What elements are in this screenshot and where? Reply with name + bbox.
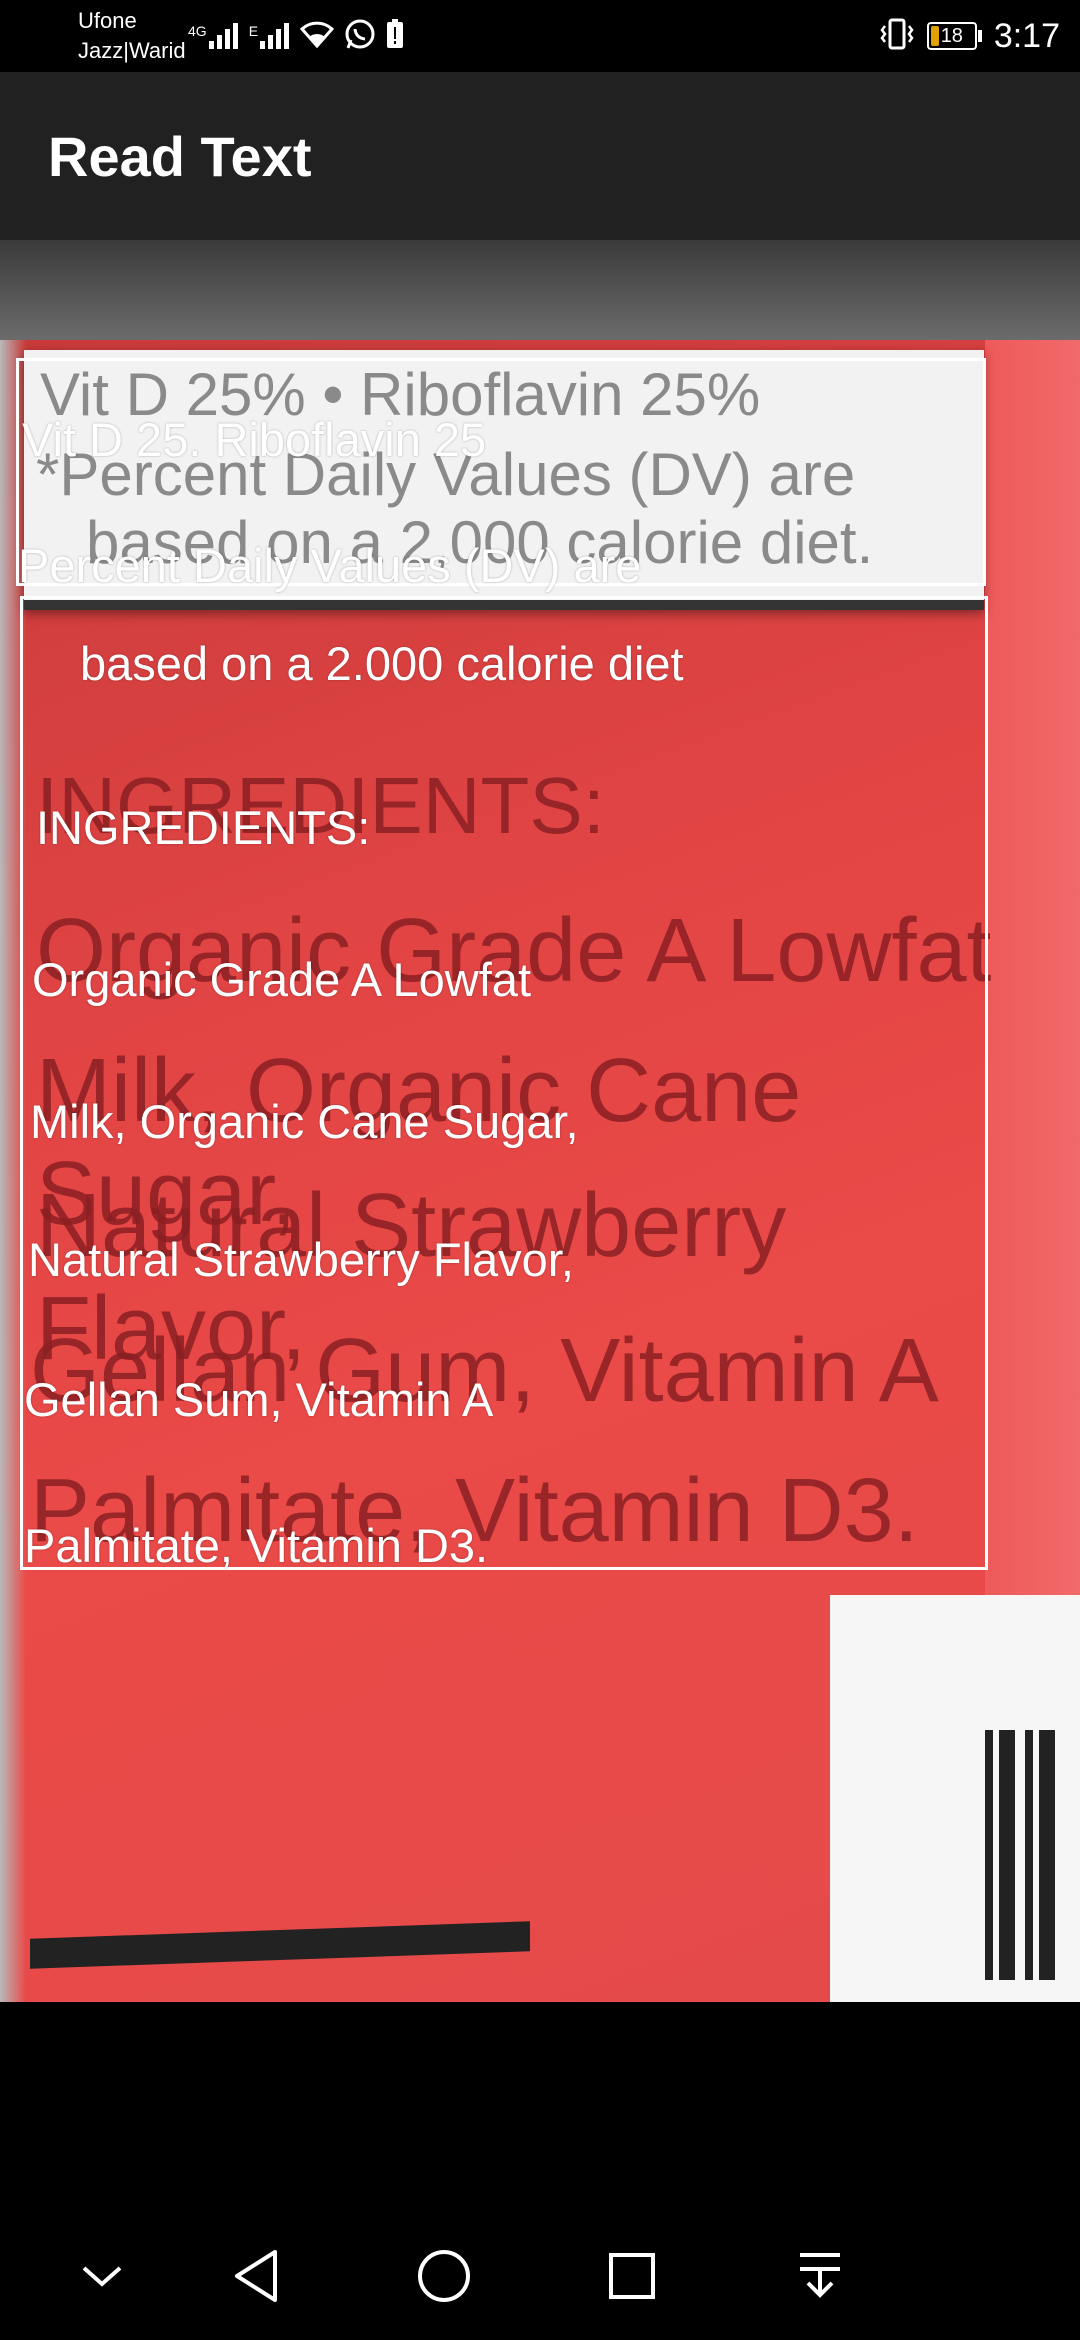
ocr-text-line: Organic Grade A Lowfat [32, 953, 532, 1006]
recents-icon[interactable] [592, 2236, 672, 2316]
wifi-icon [299, 20, 335, 53]
notification-pull-icon[interactable] [780, 2236, 860, 2316]
photo-background-top [0, 240, 1080, 350]
ocr-text-line: Natural Strawberry Flavor, [28, 1233, 574, 1286]
ocr-text-line: Vit D 25. Riboflavin 25 [22, 413, 487, 466]
battery-icon: 18 [926, 22, 982, 50]
battery-alert-icon [386, 18, 404, 54]
photo-barcode [985, 1730, 1065, 1980]
network-type-e: E [248, 23, 259, 39]
ocr-text-line: Palmitate, Vitamin D3. [24, 1519, 489, 1572]
ocr-text-line: based on a 2.000 calorie diet [80, 637, 684, 690]
photo-carton-edge [985, 340, 1080, 1595]
app-bar: Read Text [0, 72, 1080, 240]
chevron-down-icon[interactable] [62, 2236, 142, 2316]
whatsapp-icon [344, 18, 376, 55]
image-preview: Vit D 25% • Riboflavin 25% *Percent Dail… [0, 240, 1080, 2002]
clock: 3:17 [993, 16, 1060, 55]
ocr-text-line: Milk, Organic Cane Sugar, [30, 1095, 579, 1148]
carrier-name-primary: Ufone [78, 8, 137, 33]
battery-level: 18 [940, 25, 963, 47]
network-icons: 4G E [188, 14, 404, 58]
carrier-name-secondary: Jazz|Warid [78, 38, 186, 63]
ocr-text-line: Gellan Sum, Vitamin A [24, 1373, 494, 1426]
navigation-bar [0, 2002, 1080, 2340]
signal-4g-icon: 4G [188, 23, 239, 49]
page-title: Read Text [48, 125, 312, 188]
system-icons: 18 3:17 [879, 10, 1060, 62]
back-icon[interactable] [216, 2236, 296, 2316]
carrier-info: Ufone Jazz|Warid [78, 6, 198, 66]
signal-e-icon: E [249, 23, 290, 49]
vibrate-icon [879, 18, 915, 55]
network-type-4g: 4G [188, 23, 207, 39]
ocr-text-line: Percent Daily Values (DV) are [18, 539, 642, 592]
status-bar: Ufone Jazz|Warid 4G E 18 3:17 [0, 0, 1080, 72]
ocr-text-line: INGREDIENTS: [36, 801, 371, 854]
home-icon[interactable] [404, 2236, 484, 2316]
